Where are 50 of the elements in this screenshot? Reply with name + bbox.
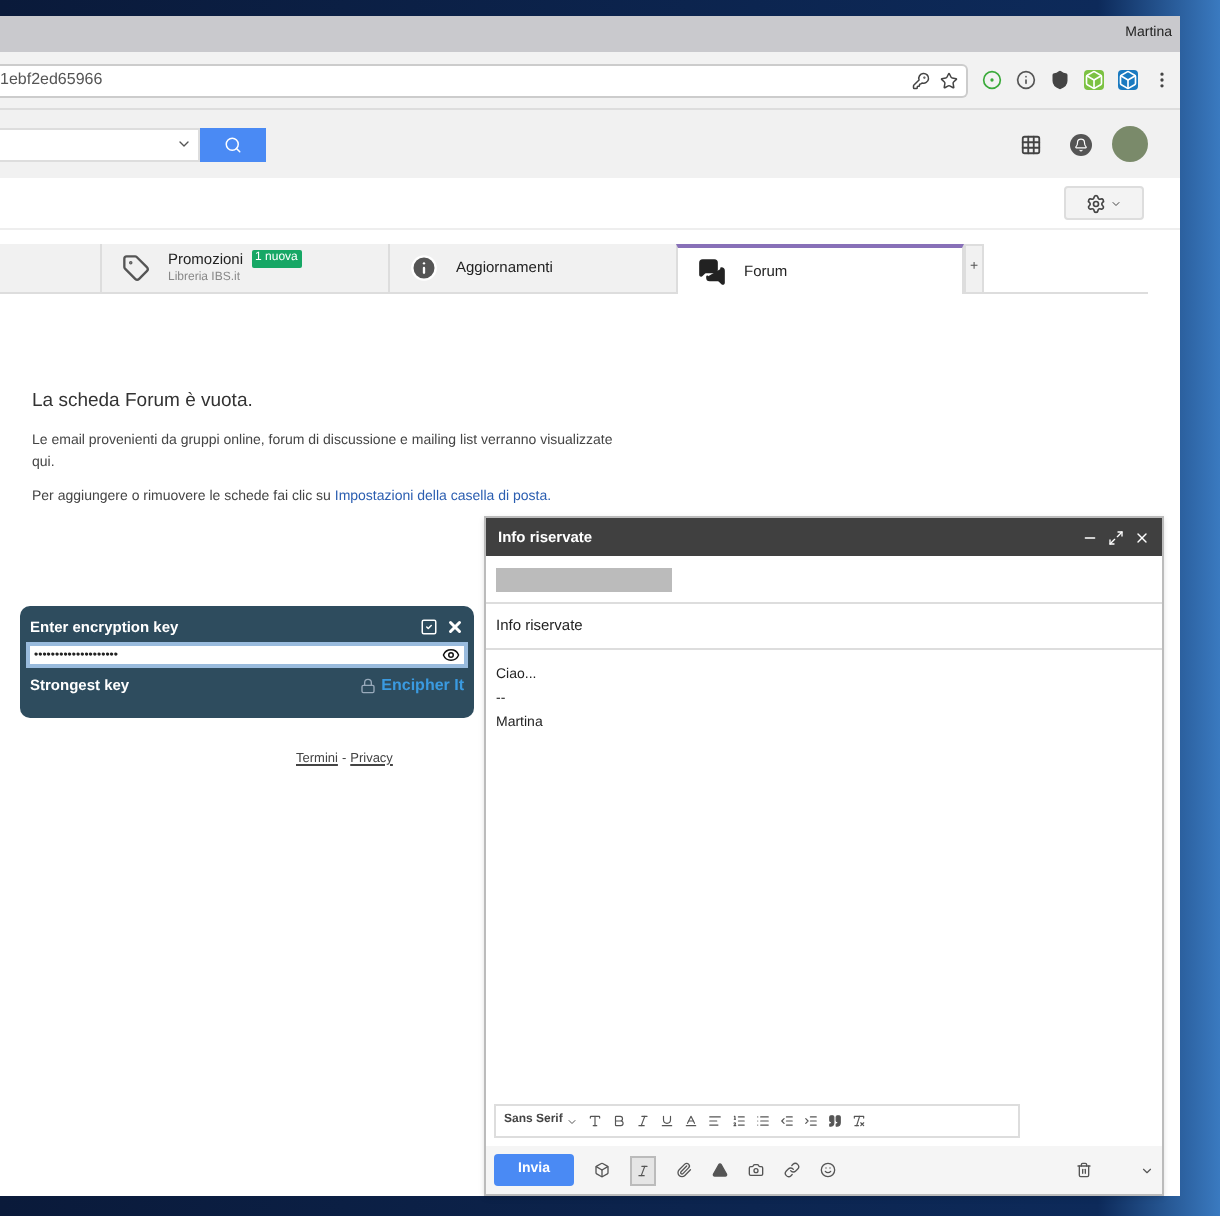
- search-button[interactable]: [200, 127, 266, 161]
- camera-icon[interactable]: [748, 1162, 764, 1178]
- clear-format-icon[interactable]: [852, 1114, 867, 1128]
- text-size-icon[interactable]: [588, 1114, 603, 1128]
- notifications-icon[interactable]: [1070, 133, 1092, 155]
- trash-icon[interactable]: [1076, 1162, 1092, 1178]
- extension-icon[interactable]: [1118, 70, 1138, 90]
- ring-icon[interactable]: [982, 70, 1002, 90]
- url-text: 1ebf2ed65966: [0, 68, 105, 92]
- italic-icon[interactable]: [636, 1114, 651, 1128]
- close-icon[interactable]: [446, 618, 464, 636]
- link-icon[interactable]: [784, 1162, 800, 1178]
- close-icon[interactable]: [1134, 529, 1150, 545]
- quote-icon[interactable]: [828, 1114, 843, 1128]
- drive-icon[interactable]: [712, 1162, 728, 1178]
- paperclip-icon[interactable]: [676, 1162, 692, 1178]
- chat-icon: [698, 257, 726, 285]
- empty-title: La scheda Forum è vuota.: [32, 388, 255, 416]
- apps-icon[interactable]: [1020, 133, 1042, 155]
- caret-icon: [1110, 197, 1122, 209]
- info-icon[interactable]: [1016, 70, 1036, 90]
- indent-less-icon[interactable]: [780, 1114, 795, 1128]
- align-icon[interactable]: [708, 1114, 723, 1128]
- more-options-icon[interactable]: [1140, 1163, 1154, 1177]
- check-icon[interactable]: [420, 618, 438, 636]
- bold-icon[interactable]: [612, 1114, 627, 1128]
- avatar[interactable]: [1112, 126, 1148, 162]
- indent-more-icon[interactable]: [804, 1114, 819, 1128]
- search-icon: [224, 135, 242, 153]
- bulleted-list-icon[interactable]: [756, 1114, 771, 1128]
- tab-spacer: [0, 244, 100, 294]
- settings-icon: [1086, 193, 1106, 213]
- key-icon[interactable]: [912, 71, 930, 89]
- eye-icon[interactable]: [442, 646, 460, 664]
- settings-button[interactable]: [1064, 186, 1144, 220]
- search-field[interactable]: [0, 127, 200, 161]
- underline-icon[interactable]: [660, 1114, 675, 1128]
- text-color-icon[interactable]: [684, 1114, 699, 1128]
- lock-icon: [359, 678, 376, 694]
- dropbox-icon[interactable]: [594, 1162, 610, 1178]
- format-toggle-icon[interactable]: [630, 1155, 656, 1185]
- expand-icon[interactable]: [1108, 529, 1124, 545]
- shield-icon[interactable]: [1050, 70, 1070, 90]
- info-icon: [410, 254, 438, 282]
- address-bar[interactable]: 1ebf2ed65966: [0, 63, 968, 97]
- tag-icon: [122, 254, 150, 282]
- numbered-list-icon[interactable]: [732, 1114, 747, 1128]
- star-icon[interactable]: [940, 71, 958, 89]
- caret-icon: [176, 136, 192, 152]
- emoji-icon[interactable]: [820, 1162, 836, 1178]
